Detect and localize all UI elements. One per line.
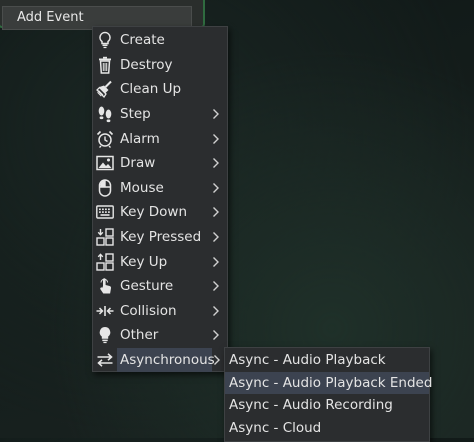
keyboard-icon bbox=[96, 203, 114, 221]
chevron-right-icon bbox=[210, 133, 222, 145]
chevron-right-icon bbox=[210, 206, 222, 218]
chevron-right-icon bbox=[210, 108, 222, 120]
menu-item-collision[interactable]: Collision bbox=[93, 299, 227, 324]
menu-item-label: Key Pressed bbox=[120, 229, 202, 246]
alarm-clock-icon bbox=[96, 130, 114, 148]
menu-item-label: Clean Up bbox=[120, 81, 182, 98]
menu-item-label: Create bbox=[120, 32, 165, 49]
broom-icon bbox=[96, 80, 114, 99]
chevron-right-icon bbox=[210, 305, 222, 317]
menu-item-label: Asynchronous bbox=[117, 347, 215, 373]
bulb-filled-icon bbox=[96, 326, 114, 344]
menu-item-mouse[interactable]: Mouse bbox=[93, 176, 227, 201]
menu-item-label: Other bbox=[120, 327, 159, 344]
footsteps-icon bbox=[96, 105, 114, 123]
menu-item-asynchronous[interactable]: Asynchronous bbox=[93, 347, 227, 373]
mouse-icon bbox=[96, 179, 114, 197]
menu-item-draw[interactable]: Draw bbox=[93, 151, 227, 176]
menu-item-destroy[interactable]: Destroy bbox=[93, 53, 227, 78]
menu-item-key-pressed[interactable]: Key Pressed bbox=[93, 225, 227, 250]
picture-icon bbox=[96, 154, 114, 172]
bulb-icon bbox=[96, 31, 114, 49]
chevron-right-icon bbox=[210, 231, 222, 243]
menu-item-label: Collision bbox=[120, 302, 177, 319]
menu-item-clean-up[interactable]: Clean Up bbox=[93, 77, 227, 102]
menu-item-label: Key Down bbox=[120, 204, 188, 221]
chevron-right-icon bbox=[210, 256, 222, 268]
chevron-right-icon bbox=[210, 157, 222, 169]
menu-item-label: Draw bbox=[120, 155, 156, 172]
menu-item-label: Destroy bbox=[120, 56, 173, 73]
chevron-right-icon bbox=[210, 182, 222, 194]
submenu-item-audio-playback[interactable]: Async - Audio Playback bbox=[225, 349, 429, 372]
key-pressed-icon bbox=[96, 228, 114, 246]
menu-item-label: Alarm bbox=[120, 130, 160, 147]
menu-item-label: Gesture bbox=[120, 278, 174, 295]
submenu-item-audio-recording[interactable]: Async - Audio Recording bbox=[225, 394, 429, 417]
submenu-item-audio-playback-ended[interactable]: Async - Audio Playback Ended bbox=[225, 371, 432, 395]
menu-item-label: Key Up bbox=[120, 253, 168, 270]
swap-arrows-icon bbox=[96, 351, 114, 369]
menu-item-alarm[interactable]: Alarm bbox=[93, 126, 227, 151]
event-type-menu: Create Destroy Clean Up Step Alarm Draw bbox=[92, 26, 228, 373]
submenu-item-cloud[interactable]: Async - Cloud bbox=[225, 417, 429, 440]
collision-icon bbox=[96, 302, 114, 320]
chevron-right-icon bbox=[212, 354, 222, 366]
menu-item-step[interactable]: Step bbox=[93, 102, 227, 127]
menu-item-label: Step bbox=[120, 106, 151, 123]
menu-item-gesture[interactable]: Gesture bbox=[93, 274, 227, 299]
chevron-right-icon bbox=[210, 329, 222, 341]
chevron-right-icon bbox=[210, 280, 222, 292]
menu-item-other[interactable]: Other bbox=[93, 323, 227, 348]
menu-item-key-up[interactable]: Key Up bbox=[93, 249, 227, 274]
key-up-icon bbox=[96, 252, 114, 271]
hand-pointer-icon bbox=[96, 277, 114, 295]
menu-item-create[interactable]: Create bbox=[93, 28, 227, 53]
async-submenu: Async - Audio Playback Async - Audio Pla… bbox=[224, 347, 432, 442]
trash-icon bbox=[96, 56, 114, 74]
menu-item-label: Mouse bbox=[120, 179, 164, 196]
menu-item-key-down[interactable]: Key Down bbox=[93, 200, 227, 225]
